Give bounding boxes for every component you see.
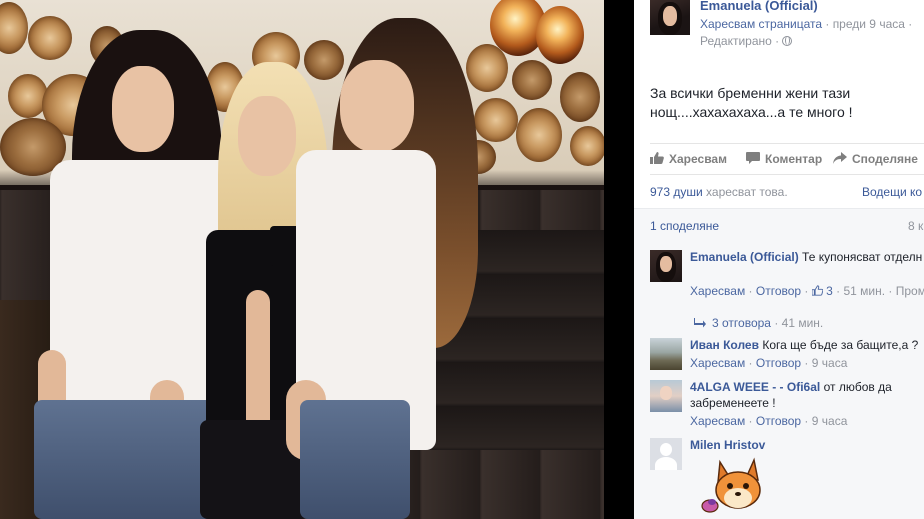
wood-slice — [512, 60, 552, 100]
comment-author[interactable]: Иван Колев — [690, 338, 759, 352]
comment-like-link[interactable]: Харесвам — [690, 356, 745, 370]
globe-icon[interactable] — [782, 36, 793, 46]
wood-slice — [516, 108, 562, 162]
view-replies-link[interactable]: 3 отговора · 41 мин. — [694, 316, 823, 330]
likes-suffix: харесват това. — [706, 185, 788, 199]
comment-avatar[interactable] — [650, 380, 682, 412]
lamp — [536, 6, 584, 64]
post-time[interactable]: преди 9 часа — [833, 17, 905, 31]
comment-like-link[interactable]: Харесвам — [690, 284, 745, 298]
post-meta: Харесвам страницата · преди 9 часа · — [700, 17, 913, 31]
action-bar: Харесвам Коментар Споделяне — [650, 143, 924, 175]
comment-actions: Харесвам · Отговор · 9 часа — [690, 356, 848, 370]
comment-body: Emanuela (Official) Те купонясват отделн… — [690, 249, 924, 299]
reply-arrow-icon — [694, 318, 706, 328]
share-arrow-icon — [833, 152, 847, 164]
shares-link[interactable]: 1 споделяне — [650, 219, 719, 233]
post-text: За всички бременни жени тази нощ....хаха… — [650, 85, 853, 120]
comment-author[interactable]: Milen Hristov — [690, 438, 765, 452]
wood-slice — [570, 126, 604, 166]
wood-slice — [466, 44, 508, 92]
top-comments-link[interactable]: Водещи ко — [862, 185, 922, 199]
comment-body: Milen Hristov — [690, 437, 924, 453]
comment-label: Коментар — [765, 152, 823, 166]
post-sidebar: Emanuela (Official) Харесвам страницата … — [634, 0, 924, 519]
speech-bubble-icon — [746, 152, 760, 164]
comment-extra[interactable]: Пром — [896, 284, 924, 298]
comment-body: Иван Колев Кога ще бъде за бащите,а ? Ха… — [690, 337, 924, 371]
like-button[interactable]: Харесвам — [650, 152, 727, 166]
comment-button[interactable]: Коментар — [746, 152, 822, 166]
comment-avatar[interactable] — [650, 338, 682, 370]
comment-like-count[interactable]: 3 — [826, 284, 833, 298]
thumbs-up-icon — [650, 152, 664, 164]
comment-text: Те купонясват отделн Хахахахаха — [802, 250, 924, 264]
comment-reply-link[interactable]: Отговор — [756, 356, 801, 370]
replies-time: 41 мин. — [781, 316, 824, 330]
replies-count: 3 отговора — [712, 316, 771, 330]
comment-actions: Харесвам · Отговор · 3 · 51 мин. · Пром — [690, 284, 924, 298]
fox-sticker-icon — [701, 457, 761, 513]
liked-page-link[interactable]: Харесвам страницата — [700, 17, 822, 31]
comment-time[interactable]: 9 часа — [812, 356, 848, 370]
share-button[interactable]: Споделяне — [833, 152, 918, 166]
like-label: Харесвам — [669, 152, 727, 166]
comment-time[interactable]: 9 часа — [812, 414, 848, 428]
default-avatar-icon[interactable] — [650, 438, 682, 470]
edited-label[interactable]: Редактирано — [700, 34, 772, 48]
wood-slice — [304, 40, 344, 80]
shares-row: 1 споделяне 8 к — [634, 208, 924, 242]
comment-reply-link[interactable]: Отговор — [756, 414, 801, 428]
wood-slice — [560, 72, 600, 122]
likes-count-link[interactable]: 973 души — [650, 185, 703, 199]
lightbox-gap — [604, 0, 634, 519]
wood-slice — [474, 98, 518, 142]
share-label: Споделяне — [852, 152, 918, 166]
comments-list: Emanuela (Official) Те купонясват отделн… — [634, 242, 924, 519]
comment-text: Кога ще бъде за бащите,а ? — [762, 338, 919, 352]
page-avatar[interactable] — [650, 0, 690, 35]
comment-time[interactable]: 51 мин. — [843, 284, 885, 298]
comment-reply-link[interactable]: Отговор — [756, 284, 801, 298]
comment-avatar[interactable] — [650, 250, 682, 282]
thumbs-up-icon — [811, 285, 823, 296]
comments-count[interactable]: 8 к — [908, 219, 923, 233]
comment-actions: Харесвам · Отговор · 9 часа — [690, 414, 848, 428]
likes-summary: 973 души харесват това. Водещи ко — [650, 185, 924, 199]
page-name-link[interactable]: Emanuela (Official) — [700, 0, 818, 13]
comment-author[interactable]: Emanuela (Official) — [690, 250, 799, 264]
wood-slice — [28, 16, 72, 60]
comment-like-link[interactable]: Харесвам — [690, 414, 745, 428]
post-photo[interactable] — [0, 0, 604, 519]
comment-author[interactable]: 4ALGA WEEE - - Ofi6al — [690, 380, 820, 394]
post-meta-edited: Редактирано · — [700, 34, 793, 48]
comment-body: 4ALGA WEEE - - Ofi6al от любов да забрем… — [690, 379, 924, 429]
